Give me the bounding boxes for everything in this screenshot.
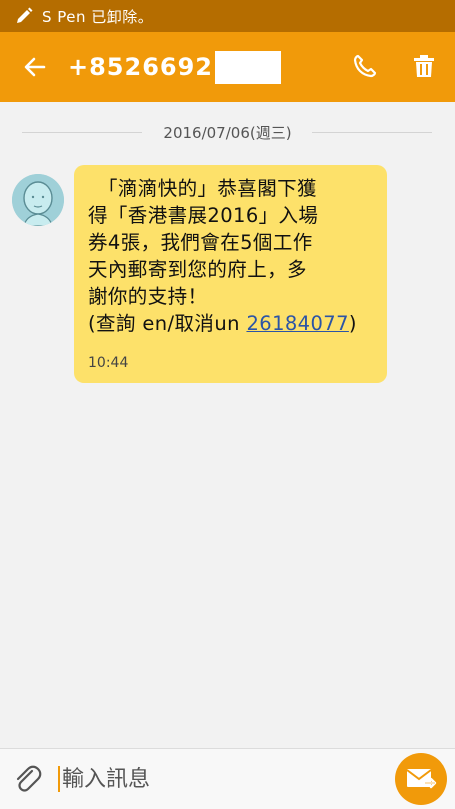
- send-mail-icon: [406, 769, 437, 789]
- divider-line-right: [312, 132, 432, 133]
- message-line-6: (查詢 en/取消un 26184077): [88, 310, 377, 337]
- date-divider: 2016/07/06(週三): [0, 118, 455, 146]
- status-text: S Pen 已卸除。: [42, 7, 154, 26]
- pen-icon: [14, 6, 34, 26]
- message-line-6-suffix: ): [348, 312, 357, 335]
- back-button[interactable]: [18, 50, 52, 84]
- app-bar: +8526692: [0, 32, 455, 102]
- message-timestamp: 10:44: [88, 355, 129, 371]
- attach-button[interactable]: [10, 762, 44, 796]
- message-input[interactable]: [60, 761, 382, 797]
- delete-button[interactable]: [408, 50, 440, 82]
- contact-avatar[interactable]: [12, 174, 64, 226]
- message-line-1: 「滴滴快的」恭喜閣下獲: [98, 177, 317, 200]
- send-button[interactable]: [395, 753, 447, 805]
- paperclip-icon: [16, 765, 42, 792]
- message-bubble[interactable]: 「滴滴快的」恭喜閣下獲 得「香港書展2016」入場 券4張，我們會在5個工作 天…: [74, 165, 387, 383]
- trash-icon: [414, 55, 434, 77]
- phone-icon: [353, 54, 377, 78]
- phone-number-text: +8526692: [68, 53, 214, 81]
- contact-phone-number: +8526692: [68, 50, 282, 84]
- message-line-5: 謝你的支持！: [88, 285, 208, 308]
- message-line-6-prefix: (查詢 en/取消un: [88, 312, 247, 335]
- redacted-block: [215, 50, 282, 84]
- person-icon: [12, 174, 64, 226]
- message-line-2: 得「香港書展2016」入場: [88, 204, 319, 227]
- back-arrow-icon: [24, 57, 46, 77]
- conversation-date: 2016/07/06(週三): [155, 121, 300, 143]
- composer-bar: [0, 748, 455, 809]
- phone-number-link[interactable]: 26184077: [246, 312, 348, 335]
- divider-line-left: [22, 132, 142, 133]
- call-button[interactable]: [349, 50, 381, 82]
- message-line-3: 券4張，我們會在5個工作: [88, 231, 313, 254]
- message-line-4: 天內郵寄到您的府上，多: [88, 258, 307, 281]
- status-bar: S Pen 已卸除。: [0, 0, 455, 32]
